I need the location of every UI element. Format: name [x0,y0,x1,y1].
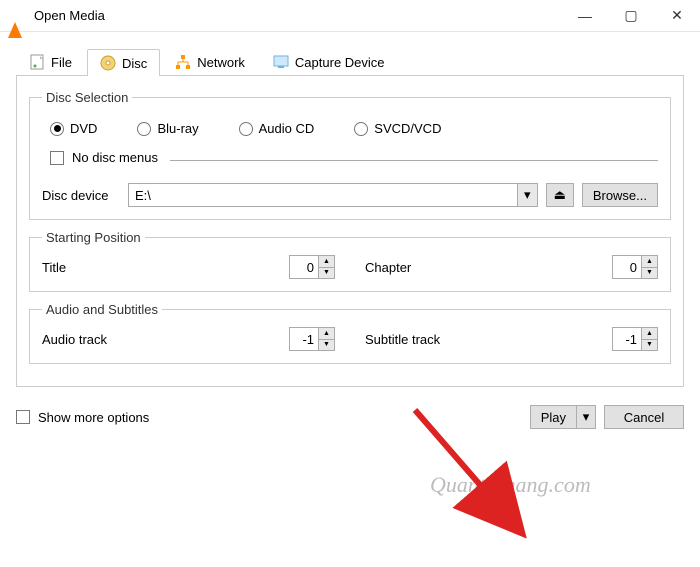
cancel-label: Cancel [624,410,664,425]
disc-device-row: Disc device E:\ ▾ ⏏ Browse... [42,183,658,207]
radio-icon [137,122,151,136]
starting-position-row: Title 0 ▲▼ Chapter 0 ▲▼ [42,255,658,279]
title-spinner[interactable]: 0 ▲▼ [289,255,335,279]
capture-icon [273,54,289,70]
eject-button[interactable]: ⏏ [546,183,574,207]
radio-svcd[interactable]: SVCD/VCD [354,121,441,136]
group-disc-selection: Disc Selection DVD Blu-ray Audio CD SVCD… [29,90,671,220]
chapter-value: 0 [613,256,641,278]
legend-starting-position: Starting Position [42,230,145,245]
disc-icon [100,55,116,71]
checkbox-show-more-options[interactable]: Show more options [16,410,149,425]
chevron-down-icon: ▾ [583,409,590,425]
no-disc-menus-label: No disc menus [72,150,158,165]
play-split-button: Play ▾ [530,405,596,429]
legend-audio-subtitles: Audio and Subtitles [42,302,162,317]
dialog-footer: Show more options Play ▾ Cancel [0,395,700,439]
play-button[interactable]: Play [530,405,576,429]
subtitle-track-spinner[interactable]: -1 ▲▼ [612,327,658,351]
dialog-content: File Disc Network Capture Device Disc Se… [0,32,700,395]
window-title: Open Media [34,8,562,23]
tab-file[interactable]: File [16,48,85,75]
maximize-button[interactable]: ▢ [608,0,654,31]
file-icon [29,54,45,70]
group-audio-subtitles: Audio and Subtitles Audio track -1 ▲▼ Su… [29,302,671,364]
eject-icon: ⏏ [554,187,566,203]
tab-disc-label: Disc [122,56,147,71]
audio-track-label: Audio track [42,332,281,347]
tab-panel-disc: Disc Selection DVD Blu-ray Audio CD SVCD… [16,76,684,387]
radio-svcd-label: SVCD/VCD [374,121,441,136]
checkbox-icon [50,151,64,165]
radio-icon [239,122,253,136]
spinner-arrows-icon: ▲▼ [318,256,334,278]
audio-track-spinner[interactable]: -1 ▲▼ [289,327,335,351]
cancel-button[interactable]: Cancel [604,405,684,429]
disc-device-value: E:\ [129,188,517,203]
legend-disc-selection: Disc Selection [42,90,132,105]
audio-subs-row: Audio track -1 ▲▼ Subtitle track -1 ▲▼ [42,327,658,351]
audio-track-value: -1 [290,328,318,350]
tab-file-label: File [51,55,72,70]
tab-capture[interactable]: Capture Device [260,48,398,75]
tab-capture-label: Capture Device [295,55,385,70]
show-more-label: Show more options [38,410,149,425]
radio-bluray-label: Blu-ray [157,121,198,136]
title-value: 0 [290,256,318,278]
minimize-button[interactable]: — [562,0,608,31]
vlc-cone-icon [8,7,26,25]
tab-strip: File Disc Network Capture Device [16,46,684,76]
radio-dvd-label: DVD [70,121,97,136]
radio-dvd[interactable]: DVD [50,121,97,136]
spinner-arrows-icon: ▲▼ [641,256,657,278]
play-dropdown-button[interactable]: ▾ [576,405,596,429]
tab-network-label: Network [197,55,245,70]
radio-audiocd[interactable]: Audio CD [239,121,315,136]
radio-icon [354,122,368,136]
subtitle-track-value: -1 [613,328,641,350]
close-button[interactable]: ✕ [654,0,700,31]
group-starting-position: Starting Position Title 0 ▲▼ Chapter 0 ▲… [29,230,671,292]
divider [170,160,658,161]
titlebar: Open Media — ▢ ✕ [0,0,700,32]
spinner-arrows-icon: ▲▼ [318,328,334,350]
window-controls: — ▢ ✕ [562,0,700,31]
browse-label: Browse... [593,188,647,203]
radio-bluray[interactable]: Blu-ray [137,121,198,136]
radio-audiocd-label: Audio CD [259,121,315,136]
browse-button[interactable]: Browse... [582,183,658,207]
play-label: Play [541,410,566,425]
tab-disc[interactable]: Disc [87,49,160,76]
watermark-text: Quantrimang.com [430,472,591,498]
checkbox-icon [16,410,30,424]
disc-type-radios: DVD Blu-ray Audio CD SVCD/VCD [50,121,658,136]
spinner-arrows-icon: ▲▼ [641,328,657,350]
checkbox-no-disc-menus[interactable]: No disc menus [50,150,158,165]
disc-device-combo[interactable]: E:\ ▾ [128,183,538,207]
chapter-spinner[interactable]: 0 ▲▼ [612,255,658,279]
radio-icon [50,122,64,136]
title-label: Title [42,260,281,275]
disc-device-label: Disc device [42,188,120,203]
network-icon [175,54,191,70]
chevron-down-icon: ▾ [517,184,537,206]
subtitle-track-label: Subtitle track [365,332,604,347]
tab-network[interactable]: Network [162,48,258,75]
chapter-label: Chapter [365,260,604,275]
